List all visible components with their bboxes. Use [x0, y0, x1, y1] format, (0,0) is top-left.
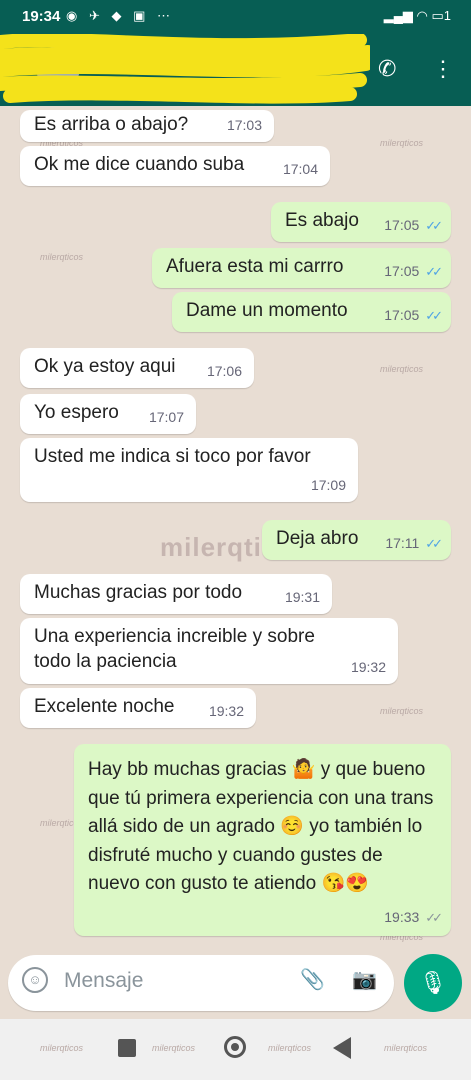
watermark: milerqticos	[152, 1043, 196, 1053]
message-text: Hay bb muchas gracias 🤷 y que bueno que …	[88, 759, 434, 894]
message-time: 17:11	[385, 535, 420, 551]
attach-icon[interactable]: 📎	[300, 967, 325, 992]
message-meta: 19:33 ✓✓	[384, 903, 443, 933]
microphone-icon: 🎙	[419, 970, 447, 995]
message-text: Excelente noche	[34, 696, 175, 717]
more-options-icon[interactable]: ⋮	[432, 56, 454, 82]
message-bubble-incoming[interactable]: Usted me indica si toco por favor 17:09	[20, 438, 358, 502]
message-time: 17:05	[384, 263, 420, 279]
back-button[interactable]	[333, 1037, 351, 1059]
message-text: Dame un momento	[186, 300, 348, 321]
system-navigation-bar: milerqticos milerqticos milerqticos mile…	[0, 1019, 471, 1080]
message-text: Deja abro	[276, 528, 359, 549]
watermark: milerqticos	[380, 364, 424, 374]
home-button[interactable]	[224, 1036, 246, 1058]
message-text: Afuera esta mi carrro	[166, 256, 344, 277]
message-meta: 17:11 ✓✓	[385, 531, 443, 556]
message-bubble-outgoing[interactable]: Dame un momento 17:05 ✓✓	[172, 292, 451, 332]
notification-icons: ◉ ✈ ◆ ▣ ⋯	[66, 8, 174, 23]
message-input[interactable]: Mensaje	[64, 969, 143, 993]
battery-level: 1	[443, 8, 451, 23]
message-bubble-outgoing[interactable]: Deja abro 17:11 ✓✓	[262, 520, 451, 560]
message-meta: 17:05 ✓✓	[384, 259, 443, 284]
message-text: Es arriba o abajo?	[34, 114, 189, 135]
message-meta: 17:05 ✓✓	[384, 213, 443, 238]
message-time: 17:03	[226, 117, 262, 133]
message-meta: 17:05 ✓✓	[384, 303, 443, 328]
message-time: 19:32	[350, 659, 386, 675]
message-bubble-outgoing[interactable]: Hay bb muchas gracias 🤷 y que bueno que …	[74, 744, 451, 936]
message-time: 19:33	[384, 908, 420, 925]
message-time: 17:05	[384, 307, 420, 323]
message-bubble-incoming[interactable]: Ok me dice cuando suba 17:04	[20, 146, 330, 186]
message-bubble-incoming[interactable]: Ok ya estoy aqui 17:06	[20, 348, 254, 388]
message-time: 17:06	[206, 363, 242, 379]
watermark: milerqticos	[40, 1043, 84, 1053]
message-bubble-incoming[interactable]: Muchas gracias por todo 19:31	[20, 574, 332, 614]
message-list: milerqticos milerqticos milerqticos mile…	[0, 106, 471, 948]
phone-icon[interactable]: ✆	[378, 56, 396, 82]
message-text: Ok ya estoy aqui	[34, 356, 176, 377]
message-time: 17:05	[384, 217, 420, 233]
message-input-bar[interactable]: ☺ Mensaje 📎 📷	[8, 955, 394, 1011]
read-ticks-icon: ✓✓	[425, 308, 443, 323]
delivered-ticks-icon: ✓✓	[425, 909, 443, 925]
message-bubble-incoming[interactable]: Yo espero 17:07	[20, 394, 196, 434]
watermark: milerqticos	[384, 1043, 428, 1053]
watermark: milerqticos	[40, 252, 84, 262]
system-icons: ▂▄▆ ◠ ▭1	[383, 8, 451, 23]
watermark: milerqticos	[268, 1043, 312, 1053]
message-time: 17:07	[148, 409, 184, 425]
read-ticks-icon: ✓✓	[425, 218, 443, 233]
message-time: 17:09	[310, 477, 346, 493]
message-text: Yo espero	[34, 402, 119, 423]
message-text: Ok me dice cuando suba	[34, 154, 245, 175]
chat-header: ← ✆ ⋮	[0, 34, 471, 106]
watermark: milerqticos	[380, 138, 424, 148]
message-bubble-incoming[interactable]: Es arriba o abajo? 17:03	[20, 110, 274, 142]
message-time: 19:32	[208, 703, 244, 719]
message-bubble-incoming[interactable]: Excelente noche 19:32	[20, 688, 256, 728]
message-time: 19:31	[284, 589, 320, 605]
message-bubble-outgoing[interactable]: Afuera esta mi carrro 17:05 ✓✓	[152, 248, 451, 288]
message-text: Usted me indica si toco por favor	[34, 446, 311, 467]
watermark: milerqticos	[380, 706, 424, 716]
recents-button[interactable]	[118, 1039, 136, 1057]
message-bubble-outgoing[interactable]: Es abajo 17:05 ✓✓	[271, 202, 451, 242]
message-bubble-incoming[interactable]: Una experiencia increible y sobre todo l…	[20, 618, 398, 684]
microphone-button[interactable]: 🎙	[404, 954, 462, 1012]
message-text: Es abajo	[285, 210, 359, 231]
read-ticks-icon: ✓✓	[425, 264, 443, 279]
status-bar: 19:34 ◉ ✈ ◆ ▣ ⋯ ▂▄▆ ◠ ▭1	[0, 0, 471, 34]
message-text: Una experiencia increible y sobre todo l…	[34, 626, 315, 672]
message-text: Muchas gracias por todo	[34, 582, 243, 603]
status-time: 19:34	[22, 8, 61, 25]
read-ticks-icon: ✓✓	[425, 536, 443, 551]
message-time: 17:04	[282, 161, 318, 177]
emoji-icon[interactable]: ☺	[22, 967, 48, 993]
camera-icon[interactable]: 📷	[352, 967, 377, 992]
redaction-scribble	[0, 34, 370, 104]
